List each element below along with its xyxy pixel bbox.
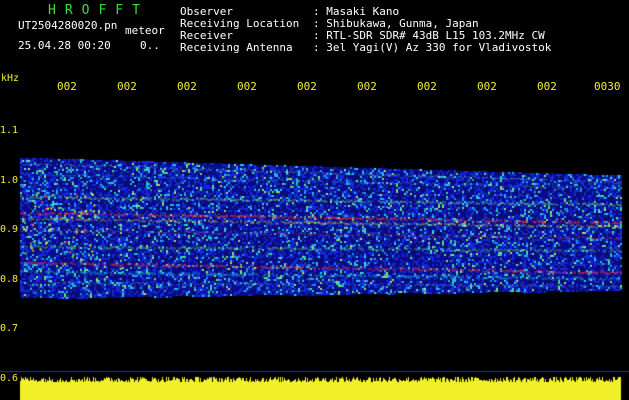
mode-label: meteor <box>125 24 165 37</box>
y-tick: 0.9 <box>0 224 19 235</box>
x-tick: 002 <box>177 80 197 93</box>
y-tick: 1.0 <box>0 175 19 186</box>
meta-value-antenna: : 3el Yagi(V) Az 330 for Vladivostok <box>313 41 552 54</box>
y-tick: 0.8 <box>0 274 19 285</box>
x-tick: 0030 <box>594 80 621 93</box>
app-title: HROFFT <box>48 3 149 18</box>
datetime-label: 25.04.28 00:20 <box>18 39 111 52</box>
meta-label-antenna: Receiving Antenna <box>180 41 293 54</box>
meta-label-receiver: Receiver <box>180 29 233 42</box>
extra-value: 0.. <box>140 39 160 52</box>
meta-label-observer: Observer <box>180 5 233 18</box>
y-tick: 0.7 <box>0 323 19 334</box>
x-tick: 002 <box>297 80 317 93</box>
x-tick: 002 <box>57 80 77 93</box>
x-tick: 002 <box>477 80 497 93</box>
y-axis-unit: kHz <box>1 73 20 84</box>
x-tick: 002 <box>417 80 437 93</box>
meta-value-location: : Shibukawa, Gunma, Japan <box>313 17 479 30</box>
filename-label: UT2504280020.pn <box>18 19 118 32</box>
x-tick: 002 <box>237 80 257 93</box>
y-tick: 0.6 <box>0 373 19 384</box>
meta-value-observer: : Masaki Kano <box>313 5 400 18</box>
x-tick: 002 <box>357 80 377 93</box>
x-tick: 002 <box>537 80 557 93</box>
meta-value-receiver: : RTL-SDR SDR# 43dB L15 103.2MHz CW <box>313 29 545 42</box>
spectrogram-canvas <box>0 0 629 400</box>
y-tick: 1.1 <box>0 125 19 136</box>
meta-label-location: Receiving Location <box>180 17 300 30</box>
x-tick: 002 <box>117 80 137 93</box>
